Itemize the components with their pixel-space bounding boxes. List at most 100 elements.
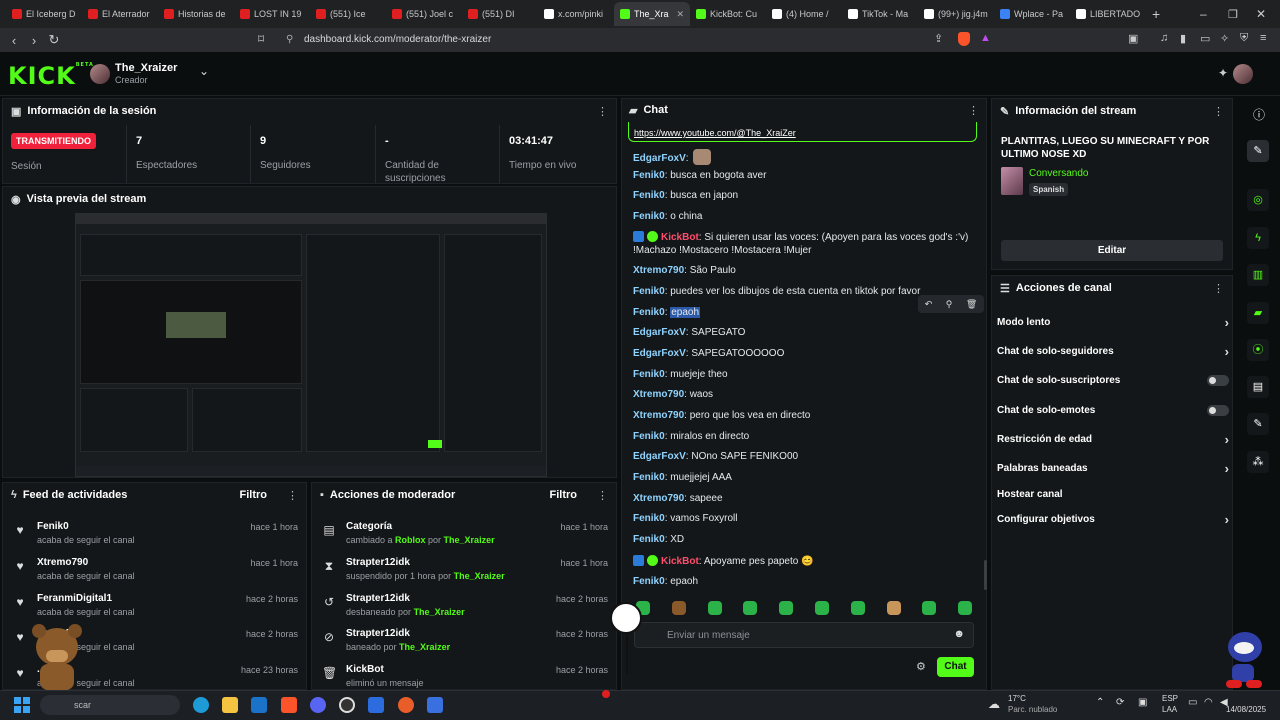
activity-user[interactable]: Fenik0: [37, 521, 69, 532]
chat-message[interactable]: Fenik0: busca en bogota aver: [633, 170, 766, 181]
chat-message[interactable]: Fenik0: vamos Foxyroll: [633, 513, 738, 524]
stream-preview-video[interactable]: [75, 213, 547, 477]
reload-icon[interactable]: ↻: [44, 32, 64, 48]
broadcast-icon[interactable]: ⦿: [1247, 339, 1269, 361]
emote-icon[interactable]: [743, 601, 758, 615]
emoji-icon[interactable]: ☻: [953, 628, 965, 640]
edit-stream-button[interactable]: Editar: [1001, 240, 1223, 261]
leo-icon[interactable]: ✧: [1220, 32, 1229, 45]
chat-icon[interactable]: ▰: [1247, 302, 1269, 324]
chat-message[interactable]: Xtremo790: waos: [633, 389, 713, 400]
channel-action-item[interactable]: Palabras baneadas ›: [997, 458, 1229, 478]
chat-message[interactable]: Xtremo790: São Paulo: [633, 265, 736, 276]
chat-message[interactable]: Fenik0: epaoh: [633, 576, 698, 587]
mod-action-moderator[interactable]: The_Xraizer: [444, 535, 495, 545]
chat-username[interactable]: KickBot: [661, 556, 699, 567]
mod-action-item[interactable]: ⊘ Strapter12idk baneado por The_Xraizer hac…: [312, 624, 616, 660]
reply-icon[interactable]: ↶: [925, 299, 933, 310]
emote-icon[interactable]: [922, 601, 937, 615]
chat-message[interactable]: KickBot: Si quieren usar las voces: (Apo…: [633, 231, 968, 243]
wrench-icon[interactable]: ✎: [1247, 413, 1269, 435]
chat-username[interactable]: Fenik0: [633, 576, 665, 587]
chevron-right-icon[interactable]: ›: [1225, 512, 1229, 527]
window-restore-button[interactable]: ❐: [1228, 8, 1238, 21]
emote-icon[interactable]: [779, 601, 794, 615]
outlook-icon[interactable]: [251, 697, 267, 713]
address-field[interactable]: ⚲ dashboard.kick.com/moderator/the-xraiz…: [280, 31, 1000, 49]
media-icon[interactable]: [398, 697, 414, 713]
browser-tab[interactable]: Historias de: [158, 2, 234, 26]
chat-message[interactable]: Fenik0: puedes ver los dibujos de esta c…: [633, 286, 920, 297]
bolt-icon[interactable]: ϟ: [1247, 227, 1269, 249]
weather-temp[interactable]: 17°C: [1008, 694, 1026, 703]
chat-message[interactable]: EdgarFoxV:: [633, 149, 712, 165]
bookmark-icon[interactable]: ⌑: [258, 32, 264, 46]
chevron-right-icon[interactable]: ›: [1225, 432, 1229, 447]
emote-icon[interactable]: [850, 601, 865, 615]
channel-action-item[interactable]: Chat de solo-emotes: [997, 400, 1229, 420]
camera-icon[interactable]: ◎: [1247, 189, 1269, 211]
chat-username[interactable]: Xtremo790: [633, 265, 684, 276]
emote-icon[interactable]: [958, 601, 973, 615]
chat-username[interactable]: Fenik0: [633, 190, 665, 201]
activity-item[interactable]: ♥ Xtremo790 acaba de seguir el canal hace 1…: [3, 553, 306, 589]
activity-user[interactable]: Xtremo790: [37, 557, 88, 568]
chat-message[interactable]: Fenik0: muejeje theo: [633, 369, 728, 380]
chat-username[interactable]: KickBot: [661, 232, 699, 243]
mod-action-item[interactable]: ↺ Strapter12idk desbaneado por The_Xraizer…: [312, 589, 616, 625]
back-icon[interactable]: ‹: [4, 33, 24, 48]
rewards-icon[interactable]: ▲: [980, 32, 991, 44]
mod-action-highlight[interactable]: Roblox: [395, 535, 426, 545]
modactions-filter-button[interactable]: Filtro: [550, 489, 578, 501]
browser-tab[interactable]: TikTok - Ma: [842, 2, 918, 26]
emote-icon[interactable]: [815, 601, 829, 615]
chat-message[interactable]: EdgarFoxV: NOno SAPE FENIKO00: [633, 451, 798, 462]
browser-tab[interactable]: The_Xra ✕: [614, 2, 690, 26]
vpn-icon[interactable]: ⛨: [1240, 32, 1248, 45]
browser-tab[interactable]: (551) Ice: [310, 2, 386, 26]
stream-category[interactable]: Conversando: [1029, 168, 1088, 179]
browser-tab[interactable]: (4) Home /: [766, 2, 842, 26]
app-icon[interactable]: [368, 697, 384, 713]
browser-tab[interactable]: KickBot: Cu: [690, 2, 766, 26]
channel-action-item[interactable]: Restricción de edad ›: [997, 429, 1229, 449]
windows-start-icon[interactable]: [14, 697, 30, 713]
mod-action-title[interactable]: KickBot: [346, 664, 384, 675]
activity-filter-button[interactable]: Filtro: [240, 489, 268, 501]
more-options-icon[interactable]: ⋮: [287, 489, 298, 502]
browser-tab[interactable]: LIBERTADO: [1070, 2, 1146, 26]
tray-sync-icon[interactable]: ⟳: [1116, 697, 1124, 708]
activity-item[interactable]: ♥ FeranmiDigital1 acaba de seguir el canal…: [3, 589, 306, 625]
mod-action-moderator[interactable]: The_Xraizer: [454, 571, 505, 581]
chat-message[interactable]: EdgarFoxV: SAPEGATOOOOOO: [633, 348, 784, 359]
obs-icon[interactable]: [339, 697, 355, 713]
emote-icon[interactable]: [707, 601, 722, 615]
tab-close-icon[interactable]: ✕: [676, 9, 684, 20]
chat-username[interactable]: Fenik0: [633, 472, 665, 483]
new-tab-button[interactable]: +: [1152, 6, 1160, 22]
chat-scrollbar[interactable]: [984, 560, 987, 590]
browser-tab[interactable]: (551) DI: [462, 2, 538, 26]
apps-icon[interactable]: ⁂: [1247, 451, 1269, 473]
channel-action-item[interactable]: Hostear canal: [997, 484, 1229, 504]
chevron-right-icon[interactable]: ›: [1225, 461, 1229, 476]
chat-username[interactable]: Fenik0: [633, 513, 665, 524]
channel-action-item[interactable]: Modo lento ›: [997, 312, 1229, 332]
site-info-icon[interactable]: ⚲: [286, 31, 293, 49]
chat-message[interactable]: Fenik0: miralos en directo: [633, 431, 749, 442]
chat-username[interactable]: Fenik0: [633, 286, 665, 297]
channel-action-item[interactable]: Configurar objetivos ›: [997, 509, 1229, 529]
channel-switch-chevron-icon[interactable]: ⌄: [199, 64, 209, 78]
chat-username[interactable]: Fenik0: [633, 170, 665, 181]
network-icon[interactable]: ▭: [1188, 697, 1197, 708]
more-options-icon[interactable]: ⋮: [968, 104, 979, 117]
chat-username[interactable]: Fenik0: [633, 369, 665, 380]
browser-tab[interactable]: (99+) jig.j4m: [918, 2, 994, 26]
channel-action-toggle[interactable]: [1207, 374, 1229, 386]
emote-icon[interactable]: [886, 601, 901, 615]
chat-username[interactable]: Fenik0: [633, 431, 665, 442]
chat-message[interactable]: Fenik0: busca en japon: [633, 190, 738, 201]
discord-icon[interactable]: [310, 697, 326, 713]
mod-action-item[interactable]: ▤ Categoría cambiado a Roblox por The_Xrai…: [312, 517, 616, 553]
mod-action-item[interactable]: ⧗ Strapter12idk suspendido por 1 hora por …: [312, 553, 616, 589]
